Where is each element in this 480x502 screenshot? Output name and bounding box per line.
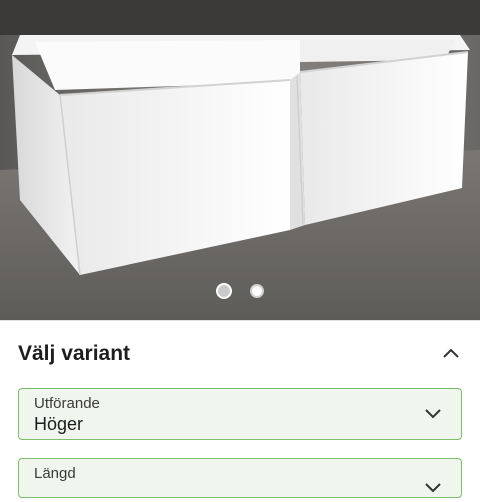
image-pager — [0, 283, 480, 299]
chevron-down-icon — [423, 403, 443, 423]
section-divider — [0, 320, 480, 321]
chevron-down-icon — [423, 477, 443, 497]
product-image[interactable] — [0, 0, 480, 320]
bathtub-image — [0, 0, 480, 320]
pager-dot-1[interactable] — [216, 283, 232, 299]
chevron-up-icon[interactable] — [440, 343, 462, 365]
pager-dot-2[interactable] — [250, 284, 264, 298]
variant-select-utforande[interactable]: Utförande Höger — [18, 388, 462, 440]
field-label: Längd — [34, 465, 76, 482]
variant-section-header[interactable]: Välj variant — [18, 338, 462, 370]
field-label: Utförande — [34, 395, 100, 412]
section-title: Välj variant — [18, 342, 131, 365]
variant-select-langd[interactable]: Längd — [18, 458, 462, 498]
field-value: Höger — [34, 414, 84, 434]
